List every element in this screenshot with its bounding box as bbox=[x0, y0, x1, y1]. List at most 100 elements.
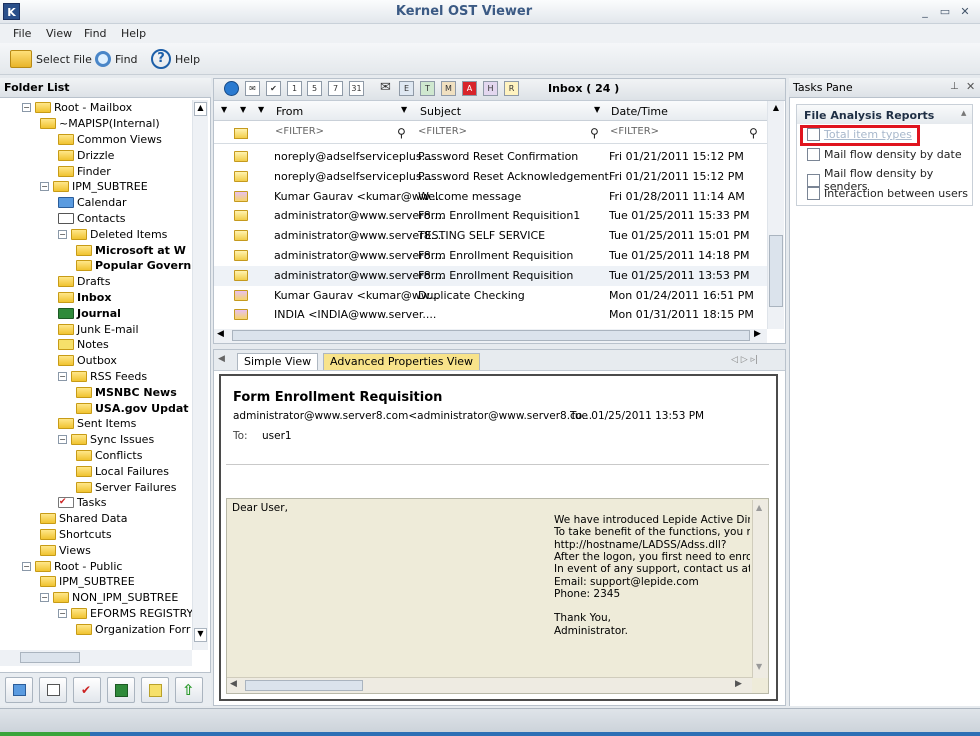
from-filter-search-icon[interactable]: ⚲ bbox=[397, 126, 406, 140]
from-column-dropdown-icon[interactable]: ▼ bbox=[401, 105, 407, 114]
attachment-dropdown-icon[interactable]: ▼ bbox=[240, 105, 246, 114]
folder-item[interactable]: Finder bbox=[58, 163, 111, 179]
folder-item[interactable]: Calendar bbox=[58, 195, 126, 211]
collapse-toggle-icon[interactable]: − bbox=[40, 182, 49, 192]
collapse-toggle-icon[interactable]: − bbox=[22, 561, 31, 571]
save-pdf-icon[interactable]: A bbox=[462, 81, 477, 96]
folder-item[interactable]: Conflicts bbox=[76, 448, 142, 464]
scroll-right-icon[interactable]: ▶ bbox=[754, 329, 761, 339]
message-row[interactable]: administrator@www.server8.... TESTING SEL… bbox=[214, 226, 769, 246]
menu-view[interactable]: View bbox=[46, 27, 72, 40]
subject-filter-input[interactable]: <FILTER> bbox=[418, 126, 467, 137]
scroll-right-icon[interactable]: ▶ bbox=[735, 679, 742, 689]
folder-item[interactable]: Shared Data bbox=[40, 511, 128, 527]
day-31-icon[interactable]: 31 bbox=[349, 81, 364, 96]
date-filter-input[interactable]: <FILTER> bbox=[610, 126, 659, 137]
folder-item[interactable]: ~MAPISP(Internal) bbox=[40, 116, 160, 132]
folder-item[interactable]: Views bbox=[40, 542, 91, 558]
folder-item[interactable]: − Root - Mailbox bbox=[22, 100, 132, 116]
pin-icon[interactable]: ⊥ bbox=[950, 81, 959, 92]
subject-column-header[interactable]: Subject bbox=[420, 105, 461, 118]
folder-item[interactable]: Journal bbox=[58, 305, 121, 321]
folder-item[interactable]: Junk E-mail bbox=[58, 321, 139, 337]
message-row[interactable]: Kumar Gaurav <kumar@ww... Duplicate Check… bbox=[214, 286, 769, 306]
tab-advanced-properties-view[interactable]: Advanced Properties View bbox=[323, 353, 481, 370]
close-button[interactable]: ✕ bbox=[958, 5, 972, 18]
message-row[interactable]: INDIA <INDIA@www.server.... Mon 01/31/201… bbox=[214, 305, 769, 325]
folder-item[interactable]: − Sync Issues bbox=[58, 432, 154, 448]
day-1-icon[interactable]: 1 bbox=[287, 81, 302, 96]
scroll-up-icon[interactable]: ▲ bbox=[756, 503, 762, 512]
save-txt-icon[interactable]: T bbox=[420, 81, 435, 96]
close-pane-icon[interactable]: ✕ bbox=[966, 80, 975, 93]
from-column-header[interactable]: From bbox=[276, 105, 303, 118]
tabs-back-icon[interactable]: ◀ bbox=[218, 354, 225, 364]
collapse-toggle-icon[interactable]: − bbox=[58, 435, 67, 445]
task-total-item-types[interactable]: Total item types bbox=[807, 128, 912, 141]
menu-help[interactable]: Help bbox=[121, 27, 146, 40]
folder-item[interactable]: Drizzle bbox=[58, 147, 114, 163]
scroll-down-icon[interactable]: ▼ bbox=[194, 628, 207, 642]
from-filter-input[interactable]: <FILTER> bbox=[275, 126, 324, 137]
save-eml-icon[interactable]: E bbox=[399, 81, 414, 96]
folder-item[interactable]: Microsoft at W bbox=[76, 242, 186, 258]
minimize-button[interactable]: _ bbox=[918, 5, 932, 18]
flag-dropdown-icon[interactable]: ▼ bbox=[258, 105, 264, 114]
restore-button[interactable]: ▭ bbox=[938, 5, 952, 18]
folder-item[interactable]: Popular Govern bbox=[76, 258, 191, 274]
find-button[interactable]: Find bbox=[95, 48, 138, 70]
day-5-icon[interactable]: 5 bbox=[307, 81, 322, 96]
folder-item[interactable]: − Deleted Items bbox=[58, 226, 167, 242]
folder-item[interactable]: Inbox bbox=[58, 290, 111, 306]
subject-filter-search-icon[interactable]: ⚲ bbox=[590, 126, 599, 140]
collapse-toggle-icon[interactable]: − bbox=[22, 103, 31, 113]
folder-vertical-scrollbar[interactable]: ▲ ▼ bbox=[192, 100, 208, 650]
folder-item[interactable]: − EFORMS REGISTRY bbox=[58, 606, 193, 622]
horizontal-scroll-thumb[interactable] bbox=[232, 330, 750, 341]
calendar-nav-button[interactable] bbox=[5, 677, 33, 703]
scroll-up-icon[interactable]: ▲ bbox=[769, 103, 783, 117]
folder-item[interactable]: Local Failures bbox=[76, 463, 169, 479]
message-horizontal-scrollbar[interactable]: ◀ ▶ bbox=[214, 329, 767, 343]
save-msg-icon[interactable]: M bbox=[441, 81, 456, 96]
day-7-icon[interactable]: 7 bbox=[328, 81, 343, 96]
scroll-thumb[interactable] bbox=[769, 235, 783, 307]
save-html-icon[interactable]: H bbox=[483, 81, 498, 96]
collapse-toggle-icon[interactable]: − bbox=[58, 371, 67, 381]
contacts-nav-button[interactable] bbox=[39, 677, 67, 703]
message-row[interactable]: noreply@adselfserviceplus.... Password Re… bbox=[214, 167, 769, 187]
body-horizontal-scrollbar[interactable]: ◀ ▶ bbox=[227, 677, 752, 693]
folder-item[interactable]: Contacts bbox=[58, 211, 126, 227]
folder-item[interactable]: Sent Items bbox=[58, 416, 136, 432]
folder-item[interactable]: Server Failures bbox=[76, 479, 177, 495]
mail-view-icon[interactable]: ✉ bbox=[245, 81, 260, 96]
collapse-toggle-icon[interactable]: − bbox=[58, 229, 67, 239]
folder-item[interactable]: MSNBC News bbox=[76, 384, 177, 400]
sort-dropdown-icon[interactable]: ▼ bbox=[221, 105, 227, 114]
scroll-left-icon[interactable]: ◀ bbox=[230, 679, 237, 689]
folder-item[interactable]: USA.gov Updat bbox=[76, 400, 189, 416]
menu-file[interactable]: File bbox=[13, 27, 31, 40]
folder-horizontal-scrollbar[interactable] bbox=[0, 650, 192, 666]
folder-item[interactable]: Organization Forr bbox=[76, 621, 190, 637]
message-row[interactable]: administrator@www.server8.... Form Enroll… bbox=[214, 246, 769, 266]
folder-item[interactable]: − NON_IPM_SUBTREE bbox=[40, 590, 178, 606]
journal-nav-button[interactable] bbox=[107, 677, 135, 703]
tabs-nav-icons[interactable]: ◁ ▷ ▹| bbox=[731, 355, 758, 365]
message-row[interactable]: administrator@www.server8.... Form Enroll… bbox=[214, 206, 769, 226]
body-vertical-scrollbar[interactable]: ▲ ▼ bbox=[752, 500, 768, 678]
collapse-icon[interactable]: ▲ bbox=[961, 109, 966, 117]
message-row[interactable]: Kumar Gaurav <kumar@ww... Welcome message… bbox=[214, 187, 769, 207]
refresh-icon[interactable] bbox=[224, 81, 239, 96]
task-mail-flow-density-by-date[interactable]: Mail flow density by date bbox=[807, 148, 962, 161]
message-row[interactable]: administrator@www.server8.... Form Enroll… bbox=[214, 265, 769, 286]
folder-item[interactable]: Common Views bbox=[58, 132, 162, 148]
scroll-left-icon[interactable]: ◀ bbox=[217, 329, 224, 339]
notes-nav-button[interactable] bbox=[141, 677, 169, 703]
folder-item[interactable]: − RSS Feeds bbox=[58, 369, 147, 385]
save-rtf-icon[interactable]: R bbox=[504, 81, 519, 96]
collapse-toggle-icon[interactable]: − bbox=[58, 608, 67, 618]
message-row[interactable]: noreply@adselfserviceplus.... Password Re… bbox=[214, 147, 769, 167]
subject-column-dropdown-icon[interactable]: ▼ bbox=[594, 105, 600, 114]
tasks-view-icon[interactable]: ✔ bbox=[266, 81, 281, 96]
